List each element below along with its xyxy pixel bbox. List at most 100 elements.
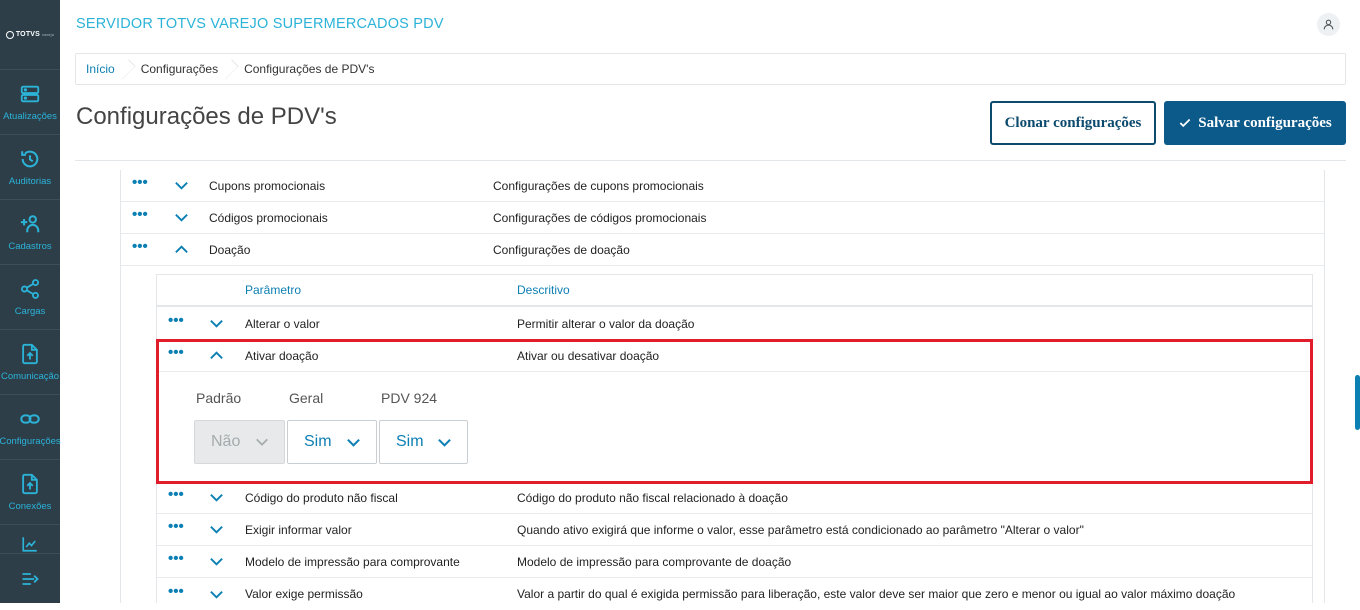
group-description: Configurações de códigos promocionais: [493, 210, 707, 225]
param-name: Valor exige permissão: [245, 587, 363, 601]
group-name: Códigos promocionais: [209, 210, 328, 225]
param-name: Ativar doação: [245, 348, 319, 363]
param-description: Código do produto não fiscal relacionado…: [517, 490, 788, 505]
param-name: Alterar o valor: [245, 316, 320, 331]
padrao-select: Não: [194, 420, 285, 464]
select-value: Sim: [396, 433, 424, 450]
param-row: ••• Valor exige permissão Valor a partir…: [157, 578, 1312, 610]
group-row: ••• Doação Configurações de doação: [121, 234, 1324, 266]
chevron-down-icon[interactable]: [209, 490, 224, 505]
add-user-icon: [20, 214, 40, 232]
chevron-down-icon: [256, 438, 268, 446]
field-label-pdv: PDV 924: [381, 390, 438, 406]
breadcrumb-configuracoes[interactable]: Configurações: [127, 54, 230, 84]
chevron-down-icon: [347, 438, 360, 447]
history-icon: [21, 150, 39, 167]
geral-select[interactable]: Sim: [287, 420, 377, 464]
link-icon: [20, 413, 40, 424]
user-menu-button[interactable]: [1317, 13, 1340, 36]
collapse-menu-icon: [22, 572, 39, 585]
column-header-descritivo[interactable]: Descritivo: [517, 283, 570, 297]
logo-text: TOTVS: [15, 31, 41, 38]
param-description: Quando ativo exigirá que informe o valor…: [517, 522, 1084, 537]
chevron-down-icon[interactable]: [174, 210, 189, 225]
group-description: Configurações de doação: [493, 242, 630, 257]
totvs-logo-mark: [5, 30, 14, 39]
chart-icon: [22, 537, 37, 552]
param-description: Valor a partir do qual é exigida permiss…: [517, 587, 1236, 601]
more-options-icon[interactable]: •••: [168, 519, 184, 534]
user-icon: [1323, 19, 1334, 30]
param-name: Modelo de impressão para comprovante: [245, 554, 460, 569]
sidebar-item-auditorias[interactable]: Auditorias: [0, 135, 60, 200]
logo-subtext: varejo: [42, 32, 55, 37]
sidebar-item-atualizacoes[interactable]: Atualizações: [0, 70, 60, 135]
sidebar-item-comunicacao[interactable]: Comunicação: [0, 330, 60, 395]
pdv-select[interactable]: Sim: [379, 420, 468, 464]
param-row: ••• Ativar doação Ativar ou desativar do…: [157, 340, 1312, 372]
group-name: Doação: [209, 242, 251, 257]
sidebar-item-configuracoes[interactable]: Configurações: [0, 395, 61, 460]
sidebar-item-label: Atualizações: [3, 110, 57, 122]
share-icon: [21, 278, 39, 299]
group-row: ••• Códigos promocionais Configurações d…: [121, 202, 1324, 234]
sidebar-item-cargas[interactable]: Cargas: [0, 265, 60, 330]
sidebar-item-label: Cargas: [14, 305, 46, 317]
chevron-down-icon[interactable]: [209, 554, 224, 569]
more-options-icon[interactable]: •••: [168, 487, 184, 502]
sidebar-item-label: Configurações: [0, 435, 61, 447]
breadcrumb: Início Configurações Configurações de PD…: [75, 53, 1346, 85]
sidebar-item-label: Conexões: [8, 500, 52, 512]
param-row: ••• Código do produto não fiscal Código …: [157, 482, 1312, 514]
param-description: Permitir alterar o valor da doação: [517, 316, 695, 331]
param-name: Código do produto não fiscal: [245, 490, 398, 505]
table-header: Parâmetro Descritivo: [157, 275, 1312, 307]
sidebar-collapse-button[interactable]: [0, 553, 60, 603]
param-row: ••• Alterar o valor Permitir alterar o v…: [157, 308, 1312, 340]
group-row: ••• Cupons promocionais Configurações de…: [121, 170, 1324, 202]
param-row: ••• Exigir informar valor Quando ativo e…: [157, 514, 1312, 546]
sidebar-item-label: Auditorias: [8, 175, 52, 187]
column-header-parametro[interactable]: Parâmetro: [245, 283, 301, 297]
more-options-icon[interactable]: •••: [168, 345, 184, 360]
chevron-down-icon[interactable]: [209, 316, 224, 331]
sidebar-item-conexoes[interactable]: Conexões: [0, 460, 60, 525]
field-label-padrao: Padrão: [196, 390, 242, 406]
chevron-up-icon[interactable]: [174, 242, 189, 257]
group-description: Configurações de cupons promocionais: [493, 178, 704, 193]
param-description: Modelo de impressão para comprovante de …: [517, 554, 792, 569]
page-title: Configurações de PDV's: [76, 103, 337, 130]
chevron-up-icon[interactable]: [209, 348, 224, 363]
sidebar-item-label: Comunicação: [0, 370, 60, 382]
sidebar-item-reports[interactable]: [0, 525, 60, 553]
chevron-down-icon[interactable]: [174, 178, 189, 193]
more-options-icon[interactable]: •••: [132, 175, 148, 190]
chevron-down-icon[interactable]: [209, 587, 224, 602]
breadcrumb-current: Configurações de PDV's: [244, 62, 375, 76]
chevron-down-icon[interactable]: [209, 522, 224, 537]
more-options-icon[interactable]: •••: [168, 551, 184, 566]
select-value: Não: [211, 433, 241, 450]
group-name: Cupons promocionais: [209, 178, 326, 193]
totvs-logo: TOTVS varejo: [0, 0, 60, 70]
select-value: Sim: [304, 433, 332, 450]
check-icon: [1179, 118, 1191, 128]
param-description: Ativar ou desativar doação: [517, 348, 660, 363]
save-label: Salvar configurações: [1198, 114, 1332, 131]
sidebar-item-cadastros[interactable]: Cadastros: [0, 200, 60, 265]
save-configurations-button[interactable]: Salvar configurações: [1164, 101, 1346, 145]
sidebar-item-label: Cadastros: [8, 240, 52, 252]
more-options-icon[interactable]: •••: [132, 239, 148, 254]
server-icon: [20, 85, 40, 102]
param-row: ••• Modelo de impressão para comprovante…: [157, 546, 1312, 578]
clone-configurations-button[interactable]: Clonar configurações: [990, 101, 1156, 145]
chevron-down-icon: [438, 438, 451, 447]
param-name: Exigir informar valor: [245, 522, 352, 537]
more-options-icon[interactable]: •••: [168, 584, 184, 599]
scrollbar-thumb[interactable]: [1355, 375, 1360, 430]
breadcrumb-inicio[interactable]: Início: [76, 54, 127, 84]
more-options-icon[interactable]: •••: [168, 313, 184, 328]
sidebar: TOTVS varejo Atualizações Auditorias Cad…: [0, 0, 61, 603]
more-options-icon[interactable]: •••: [132, 207, 148, 222]
upload-file-icon: [22, 473, 38, 494]
